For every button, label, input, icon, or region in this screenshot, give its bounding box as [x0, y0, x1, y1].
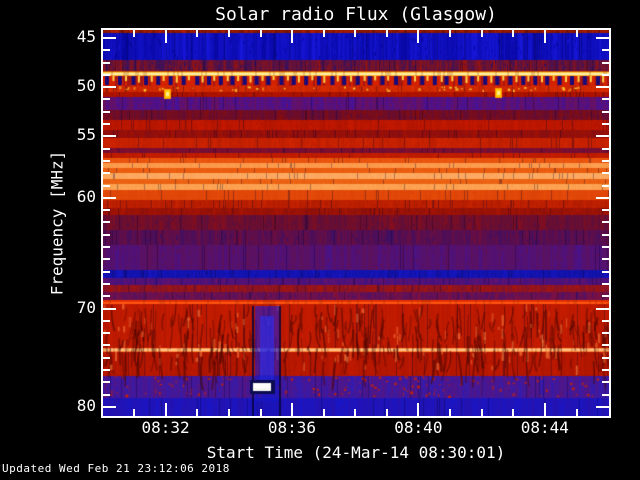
- x-axis-label: Start Time (24-Mar-14 08:30:01): [206, 443, 506, 462]
- y-tick-label: 70: [76, 297, 96, 317]
- y-tick-label: 45: [76, 26, 96, 46]
- y-tick-label: 80: [76, 396, 96, 415]
- y-tick-label: 50: [76, 76, 96, 96]
- x-tick-label: 08:32: [141, 418, 190, 437]
- page-title: Solar radio Flux (Glasgow): [215, 4, 497, 25]
- y-axis-label: Frequency [MHz]: [47, 150, 67, 296]
- x-tick-label: 08:36: [267, 418, 317, 437]
- y-tick-label: 55: [76, 125, 96, 145]
- x-tick-label: 08:40: [394, 418, 443, 437]
- x-tick-label: 08:44: [520, 418, 569, 437]
- spectrogram-page: Solar radio Flux (Glasgow) 45 50 55 60 70 80 0…: [0, 0, 640, 480]
- spectrogram-canvas: [103, 30, 609, 416]
- updated-timestamp: Updated Wed Feb 21 23:12:06 2018: [2, 462, 230, 475]
